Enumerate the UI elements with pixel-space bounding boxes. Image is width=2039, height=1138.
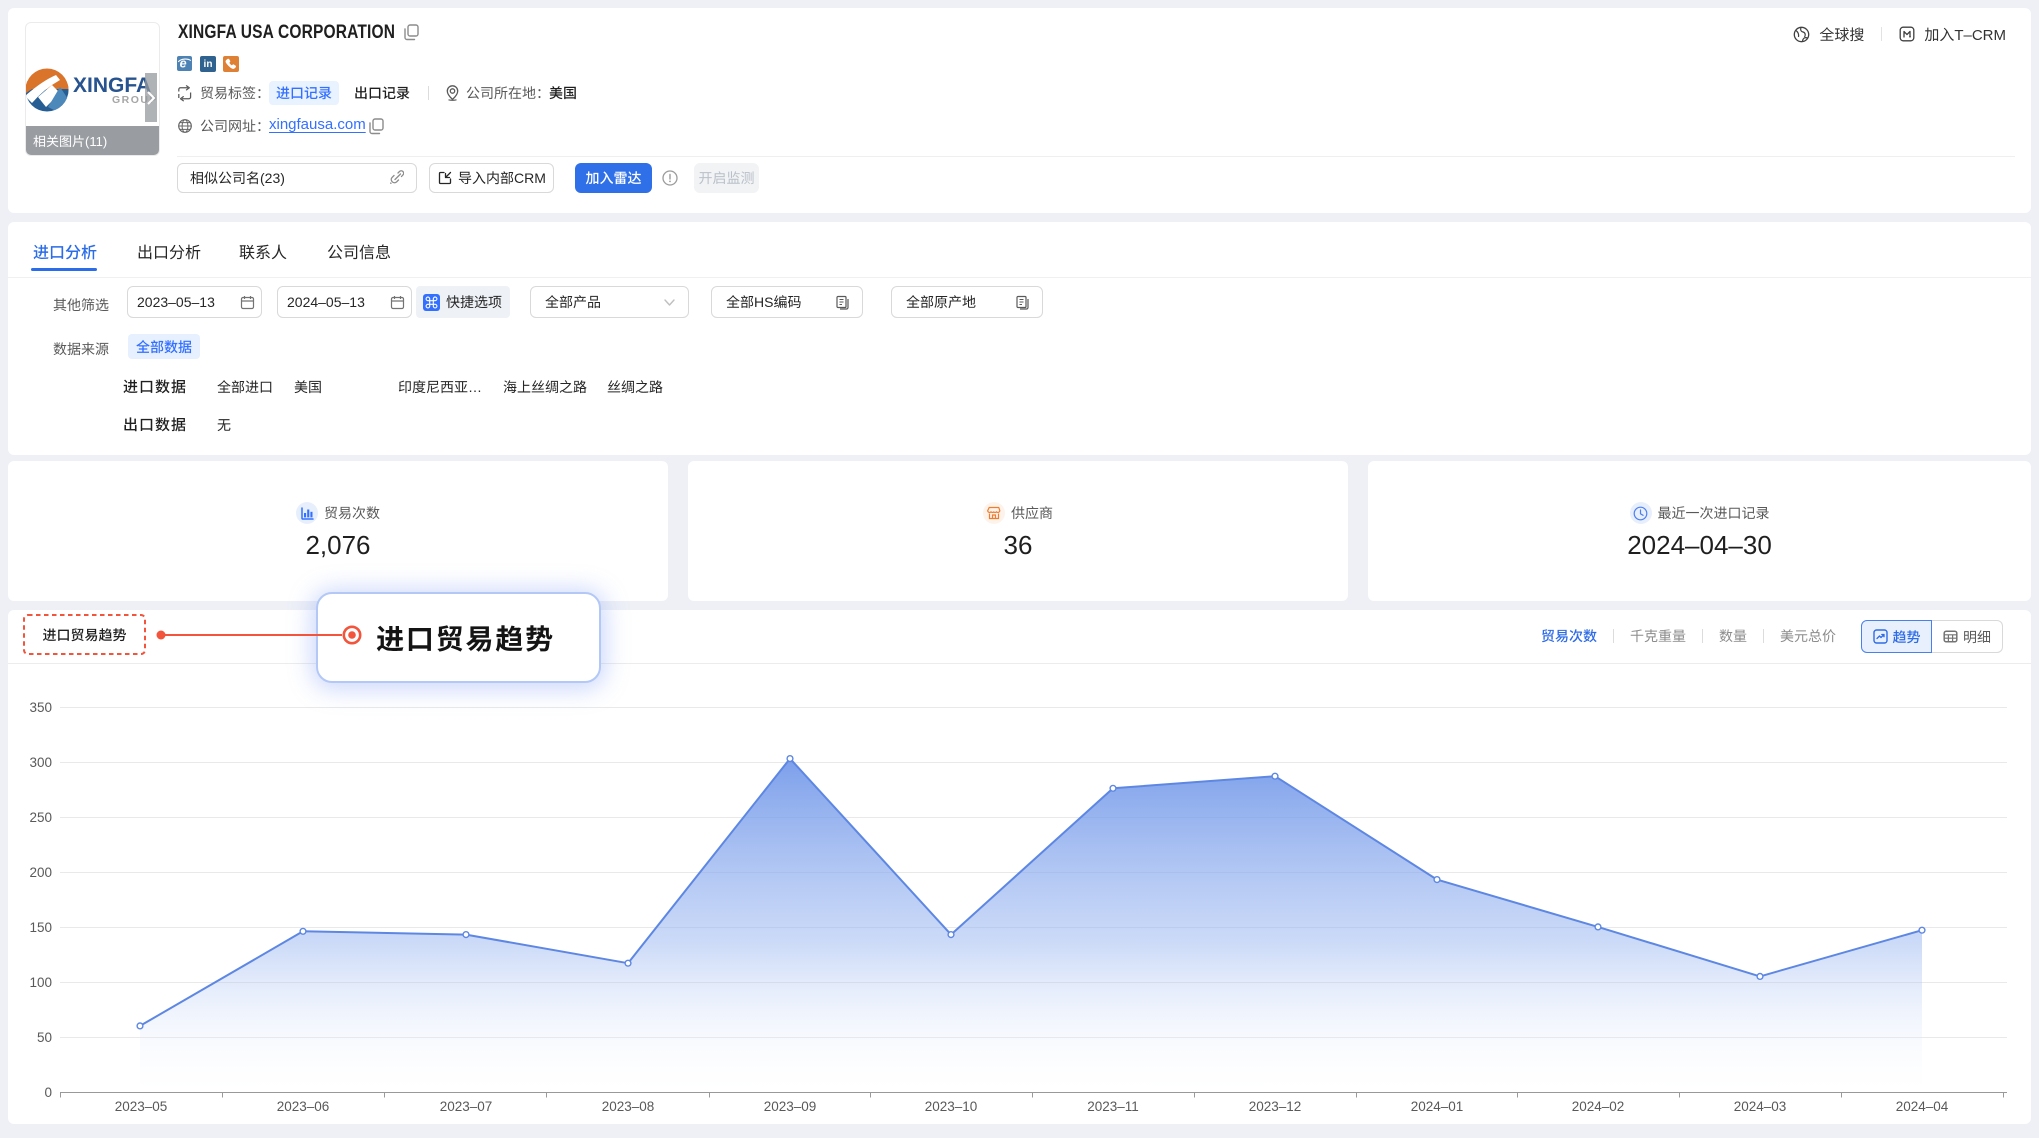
svg-text:2024–04: 2024–04 <box>1896 1099 1949 1114</box>
svg-text:350: 350 <box>29 700 52 715</box>
svg-text:100: 100 <box>29 975 52 990</box>
svg-text:250: 250 <box>29 810 52 825</box>
svg-text:200: 200 <box>29 865 52 880</box>
svg-text:300: 300 <box>29 755 52 770</box>
svg-text:2023–08: 2023–08 <box>602 1099 655 1114</box>
svg-text:2023–09: 2023–09 <box>764 1099 817 1114</box>
svg-text:50: 50 <box>37 1030 52 1045</box>
svg-text:0: 0 <box>44 1085 52 1100</box>
svg-text:2023–11: 2023–11 <box>1087 1099 1139 1114</box>
svg-text:2024–01: 2024–01 <box>1411 1099 1464 1114</box>
svg-text:2024–02: 2024–02 <box>1572 1099 1625 1114</box>
svg-text:2023–10: 2023–10 <box>925 1099 978 1114</box>
svg-text:2024–03: 2024–03 <box>1734 1099 1787 1114</box>
svg-text:2023–12: 2023–12 <box>1249 1099 1302 1114</box>
svg-text:2023–07: 2023–07 <box>440 1099 493 1114</box>
svg-text:2023–06: 2023–06 <box>277 1099 330 1114</box>
svg-text:150: 150 <box>29 920 52 935</box>
svg-text:2023–05: 2023–05 <box>115 1099 168 1114</box>
